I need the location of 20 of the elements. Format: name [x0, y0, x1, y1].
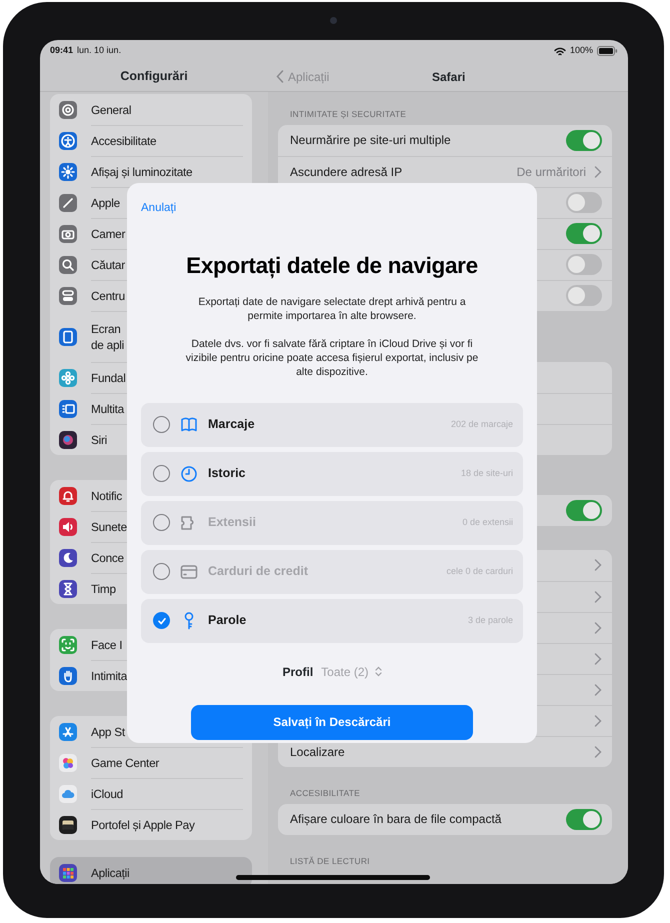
row-value: De urmăritori	[516, 164, 586, 181]
option-label: Carduri de credit	[208, 563, 308, 580]
section-header: ACCESIBILITATE	[289, 786, 362, 800]
section-header: INTIMITATE ȘI SECURITATE	[289, 108, 408, 121]
option-label: Istoric	[208, 465, 246, 482]
description-text: Datele dvs. vor fi salvate fără criptare în iCloud Drive și vor fi vizibile pentru oricine poate accesa fișierul exportat, inclusiv pe alte dispozitive.	[184, 336, 480, 379]
section-header: LISTĂ DE LECTURI	[289, 854, 371, 868]
profile-label: Profil	[282, 664, 314, 681]
option-label: Extensii	[208, 514, 256, 532]
option-label: Parole	[208, 612, 246, 630]
status-time: 09:41	[50, 44, 74, 58]
status-date: lun. 10 iun.	[77, 44, 122, 58]
settings-row: Afișare culoare în bara de file compactă	[278, 804, 612, 834]
page-title: Safari	[432, 68, 466, 86]
battery-percent: 100%	[570, 44, 593, 58]
sidebar-title: Configurări	[120, 68, 188, 86]
sheet-title: Exportați datele de navigare	[185, 252, 479, 280]
settings-row: Neurmărire pe site-uri multiple	[278, 124, 612, 156]
option-label: Marcaje	[208, 416, 255, 434]
description-text: Exportați date de navigare selectate drept arhivă pentru a permite importarea în alte browsere.	[197, 294, 467, 323]
